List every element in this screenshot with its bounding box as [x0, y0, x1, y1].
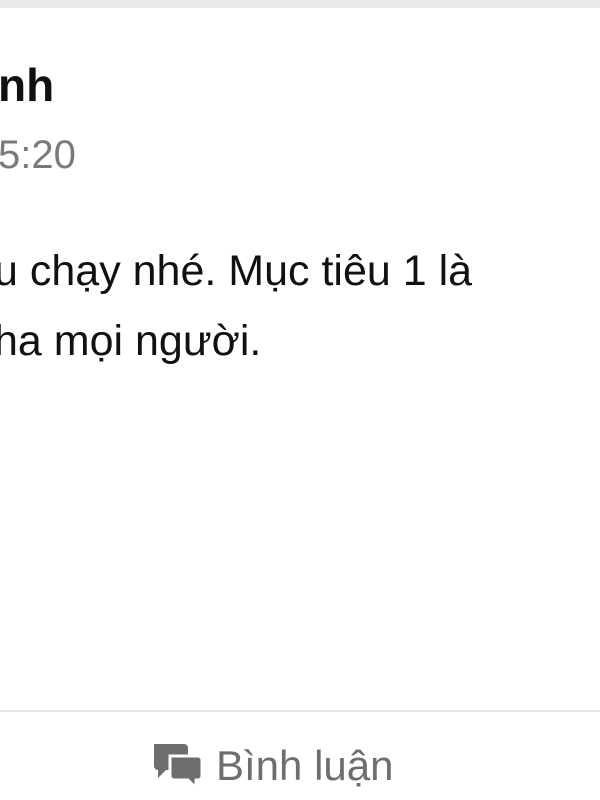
comment-button[interactable]: Bình luận [150, 730, 393, 800]
post-content-line: u chạy nhé. Mục tiêu 1 là [0, 247, 473, 295]
author-name[interactable]: nh [0, 58, 54, 112]
post-content-line: ha mọi người. [0, 317, 262, 365]
comment-bubbles-icon [150, 740, 206, 792]
post-timestamp: 5:20 [0, 133, 76, 177]
comment-label: Bình luận [216, 742, 394, 789]
post-content: u chạy nhé. Mục tiêu 1 là ha mọi người. [0, 236, 600, 376]
top-separator [0, 0, 600, 8]
action-divider [0, 710, 600, 712]
post-card: nh 5:20 u chạy nhé. Mục tiêu 1 là ha mọi… [0, 8, 600, 800]
